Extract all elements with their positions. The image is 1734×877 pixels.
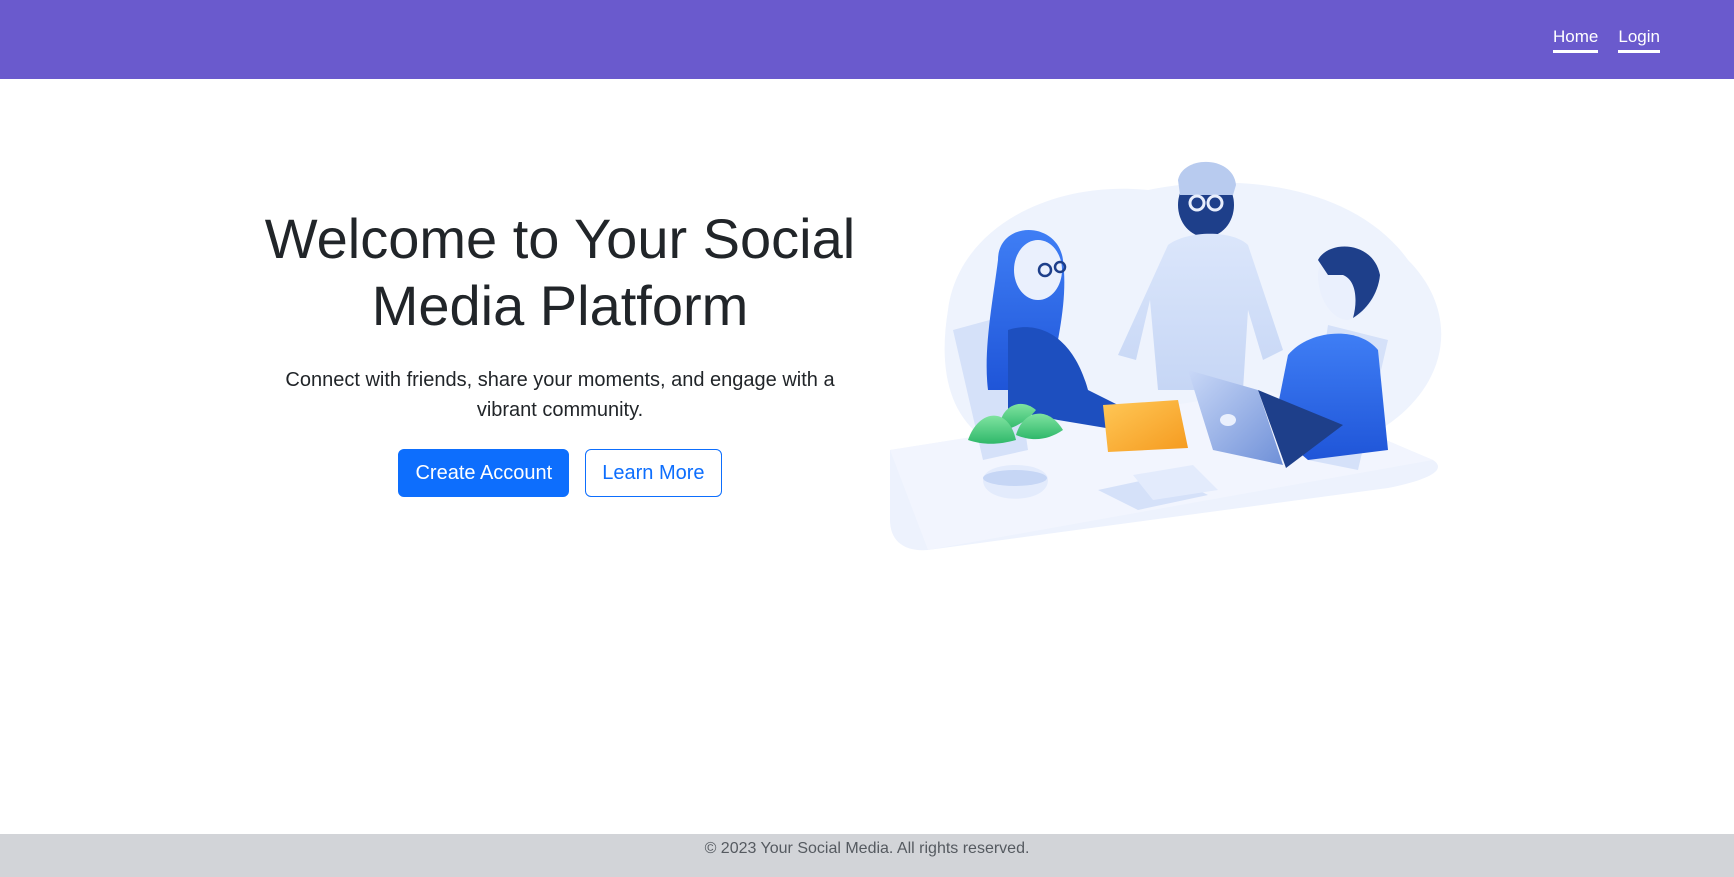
nav-link-home[interactable]: Home [1553,27,1599,53]
learn-more-button[interactable]: Learn More [585,449,722,497]
navbar: Home Login [0,0,1734,79]
nav-link-login[interactable]: Login [1618,27,1660,53]
copyright-text: © 2023 Your Social Media. All rights res… [704,840,1030,857]
nav-links: Home Login [1553,27,1660,53]
hero-title: Welcome to Your Social Media Platform [264,207,856,337]
team-meeting-illustration [888,150,1498,555]
hero-buttons: Create Account Learn More [240,449,880,497]
create-account-button[interactable]: Create Account [398,449,570,497]
hero-subtitle: Connect with friends, share your moments… [285,369,835,421]
footer: © 2023 Your Social Media. All rights res… [0,834,1734,877]
hero-section: Welcome to Your Social Media Platform Co… [240,205,880,497]
